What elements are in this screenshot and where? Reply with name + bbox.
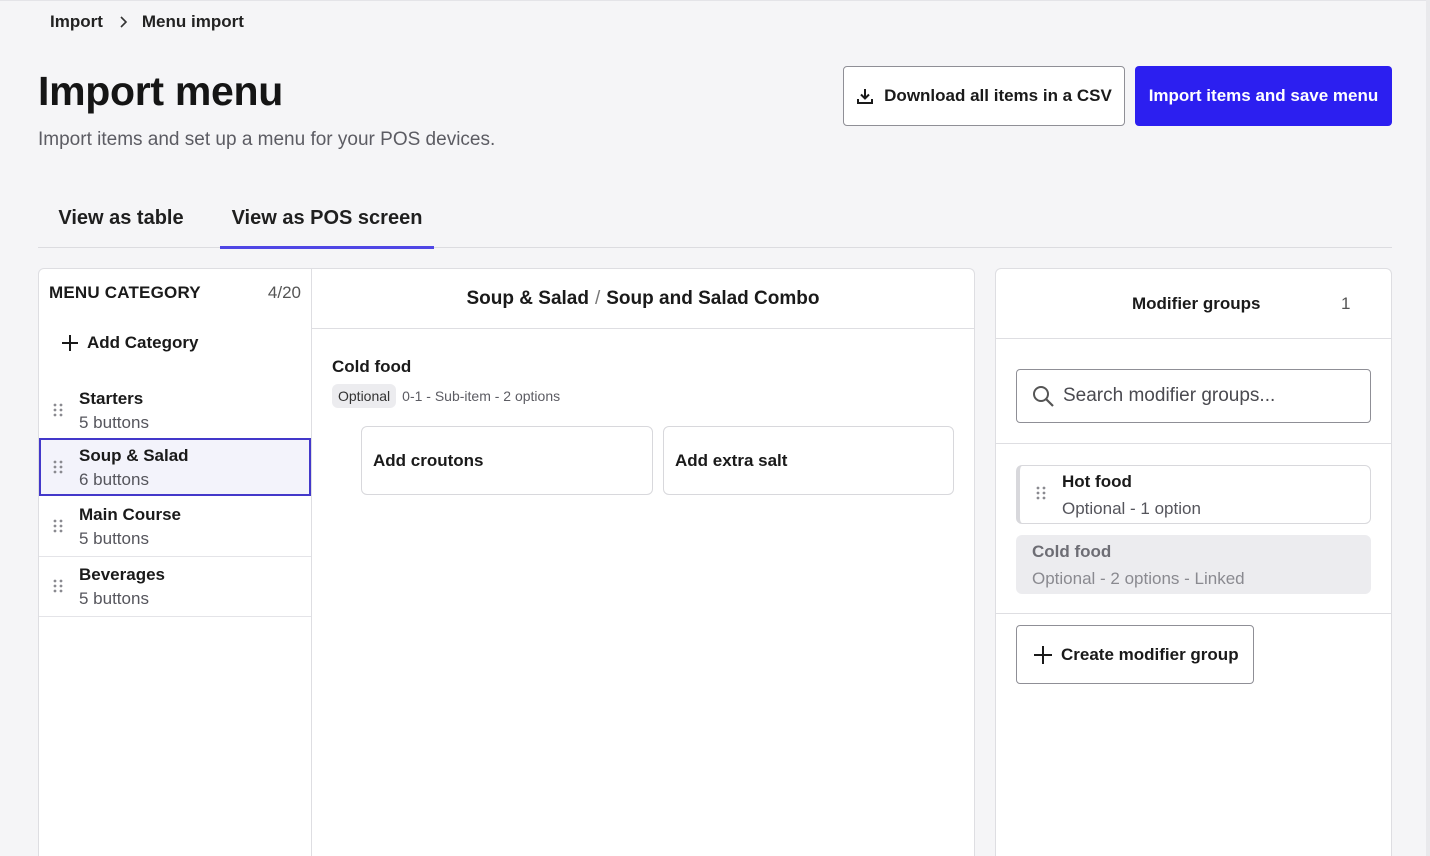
drag-handle-icon[interactable] bbox=[53, 519, 63, 533]
page-title: Import menu bbox=[38, 68, 283, 114]
modifier-groups-title: Modifier groups bbox=[1132, 294, 1261, 313]
modifier-group-cold-food: Cold food Optional - 2 options - Linked bbox=[1016, 535, 1371, 594]
item-path-header: Soup & Salad / Soup and Salad Combo bbox=[312, 269, 974, 329]
category-item-main-course[interactable]: Main Course 5 buttons bbox=[39, 497, 311, 557]
modifier-group-sub: Optional - 1 option bbox=[1062, 499, 1201, 518]
category-name: Beverages bbox=[79, 565, 166, 584]
drag-handle-icon[interactable] bbox=[1036, 486, 1046, 500]
item-path-separator: / bbox=[594, 287, 601, 309]
tab-view-as-pos-screen[interactable]: View as POS screen bbox=[220, 190, 434, 249]
modifier-group-title: Cold food bbox=[332, 357, 412, 376]
modifier-group-hot-food[interactable]: Hot food Optional - 1 option bbox=[1016, 465, 1371, 524]
category-item-beverages[interactable]: Beverages 5 buttons bbox=[39, 557, 311, 617]
category-name: Starters bbox=[79, 389, 144, 408]
add-category-label: Add Category bbox=[87, 333, 199, 352]
download-icon bbox=[856, 87, 874, 105]
category-item-soup-salad[interactable]: Soup & Salad 6 buttons bbox=[39, 438, 311, 496]
category-column: MENU CATEGORY 4/20 Add Category Starters… bbox=[39, 269, 312, 856]
page-subtitle: Import items and set up a menu for your … bbox=[38, 129, 496, 150]
plus-icon bbox=[61, 334, 79, 352]
modifier-group-name: Hot food bbox=[1062, 472, 1132, 491]
drag-handle-icon[interactable] bbox=[53, 579, 63, 593]
breadcrumb-current: Menu import bbox=[141, 12, 244, 31]
divider bbox=[996, 613, 1391, 614]
chevron-right-icon bbox=[119, 16, 128, 28]
category-button-count: 5 buttons bbox=[79, 413, 149, 432]
category-header-title: MENU CATEGORY bbox=[49, 283, 201, 302]
category-name: Soup & Salad bbox=[79, 446, 189, 465]
modifier-group-name: Cold food bbox=[1032, 542, 1112, 561]
item-path-category: Soup & Salad bbox=[466, 287, 589, 309]
category-header: MENU CATEGORY 4/20 bbox=[49, 283, 301, 303]
modifier-group-rules: 0-1 - Sub-item - 2 options bbox=[402, 388, 561, 404]
create-modifier-group-label: Create modifier group bbox=[1061, 644, 1239, 664]
top-divider bbox=[0, 0, 1430, 1]
category-button-count: 5 buttons bbox=[79, 529, 149, 548]
modifier-group-meta: Optional 0-1 - Sub-item - 2 options bbox=[332, 384, 560, 408]
drag-handle-icon[interactable] bbox=[53, 403, 63, 417]
item-path-item: Soup and Salad Combo bbox=[606, 287, 820, 309]
optional-badge: Optional bbox=[332, 384, 397, 408]
add-category-button[interactable]: Add Category bbox=[61, 333, 198, 353]
category-button-count: 6 buttons bbox=[79, 470, 149, 489]
option-button-add-extra-salt[interactable]: Add extra salt bbox=[663, 426, 954, 495]
view-tabs: View as table View as POS screen bbox=[38, 190, 1392, 249]
window-edge bbox=[1426, 0, 1430, 856]
modifier-groups-header: Modifier groups 1 bbox=[996, 269, 1391, 339]
item-detail-column: Soup & Salad / Soup and Salad Combo Cold… bbox=[312, 269, 974, 856]
search-icon bbox=[1031, 384, 1055, 408]
plus-icon bbox=[1033, 645, 1053, 665]
create-modifier-group-button[interactable]: Create modifier group bbox=[1016, 625, 1254, 684]
tab-view-as-table[interactable]: View as table bbox=[38, 190, 204, 247]
modifier-search-input[interactable] bbox=[1063, 385, 1353, 407]
option-button-add-croutons[interactable]: Add croutons bbox=[361, 426, 653, 495]
divider bbox=[996, 443, 1391, 444]
download-csv-button[interactable]: Download all items in a CSV bbox=[843, 66, 1125, 126]
modifier-groups-count: 1 bbox=[1341, 294, 1351, 313]
drag-handle-icon[interactable] bbox=[53, 460, 63, 474]
category-name: Main Course bbox=[79, 505, 182, 524]
pos-editor-panel: MENU CATEGORY 4/20 Add Category Starters… bbox=[38, 268, 975, 856]
category-item-starters[interactable]: Starters 5 buttons bbox=[39, 381, 311, 441]
download-csv-label: Download all items in a CSV bbox=[884, 86, 1112, 105]
page: Import Menu import Import menu Import it… bbox=[0, 0, 1430, 856]
import-save-button[interactable]: Import items and save menu bbox=[1135, 66, 1392, 126]
breadcrumb-root[interactable]: Import bbox=[50, 12, 103, 32]
category-count: 4/20 bbox=[267, 283, 301, 302]
modifier-groups-panel: Modifier groups 1 Hot food Optional - 1 … bbox=[995, 268, 1392, 856]
category-button-count: 5 buttons bbox=[79, 589, 149, 608]
modifier-group-sub: Optional - 2 options - Linked bbox=[1032, 569, 1245, 588]
breadcrumb: Import Menu import bbox=[50, 12, 244, 32]
modifier-search-box[interactable] bbox=[1016, 369, 1371, 423]
